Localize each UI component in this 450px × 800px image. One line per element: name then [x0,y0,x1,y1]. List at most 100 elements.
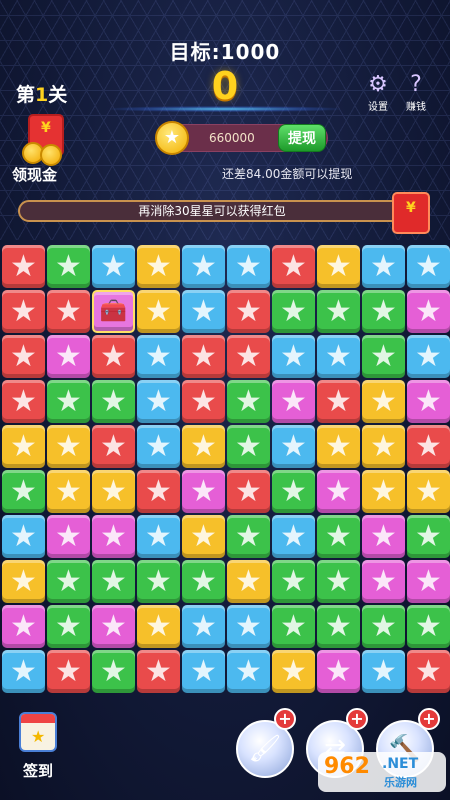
star-tile-blue[interactable]: ★ [92,245,135,288]
star-tile-yellow[interactable]: ★ [47,425,90,468]
star-tile-pink[interactable]: ★ [182,470,225,513]
star-tile-blue[interactable]: ★ [182,290,225,333]
star-tile-yellow[interactable]: ★ [407,470,450,513]
star-tile-yellow[interactable]: ★ [272,650,315,693]
add-brush-button[interactable]: + [274,708,296,730]
star-tile-red[interactable]: ★ [2,245,45,288]
star-tile-yellow[interactable]: ★ [362,425,405,468]
checkin-button[interactable]: ★ 签到 [16,712,60,781]
claim-cash-label[interactable]: 领现金 [12,164,57,185]
star-tile-red[interactable]: ★ [182,380,225,423]
star-tile-red[interactable]: ★ [137,470,180,513]
star-tile-red[interactable]: ★ [407,650,450,693]
star-tile-red[interactable]: ★ [227,290,270,333]
star-tile-green[interactable]: ★ [362,605,405,648]
star-tile-yellow[interactable]: ★ [2,425,45,468]
star-tile-pink[interactable]: ★ [272,380,315,423]
star-tile-blue[interactable]: ★ [407,335,450,378]
star-tile-green[interactable]: ★ [92,560,135,603]
star-tile-green[interactable]: ★ [137,560,180,603]
treasure-chest-tile[interactable]: 🧰 [92,290,135,333]
star-tile-red[interactable]: ★ [272,245,315,288]
star-tile-pink[interactable]: ★ [407,380,450,423]
star-tile-pink[interactable]: ★ [317,470,360,513]
earn-button[interactable]: ? 赚钱 [398,72,434,113]
star-tile-blue[interactable]: ★ [317,335,360,378]
star-tile-red[interactable]: ★ [2,380,45,423]
star-tile-green[interactable]: ★ [182,560,225,603]
star-tile-green[interactable]: ★ [227,425,270,468]
star-tile-green[interactable]: ★ [272,470,315,513]
star-tile-blue[interactable]: ★ [182,605,225,648]
star-tile-green[interactable]: ★ [272,290,315,333]
star-tile-blue[interactable]: ★ [407,245,450,288]
red-envelope-icon[interactable] [392,192,430,234]
add-hammer-button[interactable]: + [418,708,440,730]
star-tile-red[interactable]: ★ [47,650,90,693]
star-tile-green[interactable]: ★ [407,605,450,648]
star-tile-red[interactable]: ★ [227,470,270,513]
star-tile-green[interactable]: ★ [272,560,315,603]
star-tile-yellow[interactable]: ★ [362,380,405,423]
star-tile-blue[interactable]: ★ [137,380,180,423]
star-tile-yellow[interactable]: ★ [317,425,360,468]
star-tile-blue[interactable]: ★ [362,650,405,693]
star-tile-blue[interactable]: ★ [2,515,45,558]
star-tile-red[interactable]: ★ [2,290,45,333]
star-tile-yellow[interactable]: ★ [137,245,180,288]
star-tile-green[interactable]: ★ [317,290,360,333]
star-tile-pink[interactable]: ★ [362,515,405,558]
star-tile-yellow[interactable]: ★ [47,470,90,513]
star-tile-red[interactable]: ★ [407,425,450,468]
star-tile-pink[interactable]: ★ [47,335,90,378]
star-tile-blue[interactable]: ★ [137,335,180,378]
add-swap-button[interactable]: + [346,708,368,730]
star-tile-green[interactable]: ★ [272,605,315,648]
star-tile-red[interactable]: ★ [2,335,45,378]
star-tile-yellow[interactable]: ★ [92,470,135,513]
star-tile-pink[interactable]: ★ [407,560,450,603]
star-tile-yellow[interactable]: ★ [2,560,45,603]
star-tile-pink[interactable]: ★ [2,605,45,648]
star-tile-blue[interactable]: ★ [272,335,315,378]
star-tile-pink[interactable]: ★ [47,515,90,558]
star-tile-red[interactable]: ★ [92,425,135,468]
star-tile-green[interactable]: ★ [317,515,360,558]
star-tile-green[interactable]: ★ [47,380,90,423]
star-tile-yellow[interactable]: ★ [182,515,225,558]
star-tile-green[interactable]: ★ [362,290,405,333]
star-tile-blue[interactable]: ★ [137,515,180,558]
star-tile-green[interactable]: ★ [92,650,135,693]
star-tile-green[interactable]: ★ [362,335,405,378]
star-tile-green[interactable]: ★ [317,560,360,603]
star-tile-blue[interactable]: ★ [272,515,315,558]
settings-button[interactable]: ⚙ 设置 [360,72,396,113]
claim-cash-button[interactable] [18,114,74,166]
star-tile-yellow[interactable]: ★ [137,605,180,648]
star-tile-red[interactable]: ★ [227,335,270,378]
star-tile-blue[interactable]: ★ [362,245,405,288]
star-tile-blue[interactable]: ★ [272,425,315,468]
star-tile-pink[interactable]: ★ [317,650,360,693]
star-tile-blue[interactable]: ★ [137,425,180,468]
star-tile-red[interactable]: ★ [317,380,360,423]
star-tile-yellow[interactable]: ★ [362,470,405,513]
star-tile-red[interactable]: ★ [137,650,180,693]
star-tile-pink[interactable]: ★ [92,515,135,558]
star-tile-green[interactable]: ★ [227,380,270,423]
star-tile-blue[interactable]: ★ [227,650,270,693]
star-tile-red[interactable]: ★ [47,290,90,333]
star-tile-green[interactable]: ★ [407,515,450,558]
star-tile-green[interactable]: ★ [227,515,270,558]
star-tile-blue[interactable]: ★ [182,650,225,693]
star-tile-yellow[interactable]: ★ [317,245,360,288]
star-tile-blue[interactable]: ★ [182,245,225,288]
star-tile-yellow[interactable]: ★ [182,425,225,468]
star-tile-pink[interactable]: ★ [407,290,450,333]
star-tile-red[interactable]: ★ [182,335,225,378]
star-tile-blue[interactable]: ★ [227,605,270,648]
star-tile-green[interactable]: ★ [47,560,90,603]
star-tile-red[interactable]: ★ [92,335,135,378]
star-tile-green[interactable]: ★ [2,470,45,513]
star-tile-green[interactable]: ★ [317,605,360,648]
